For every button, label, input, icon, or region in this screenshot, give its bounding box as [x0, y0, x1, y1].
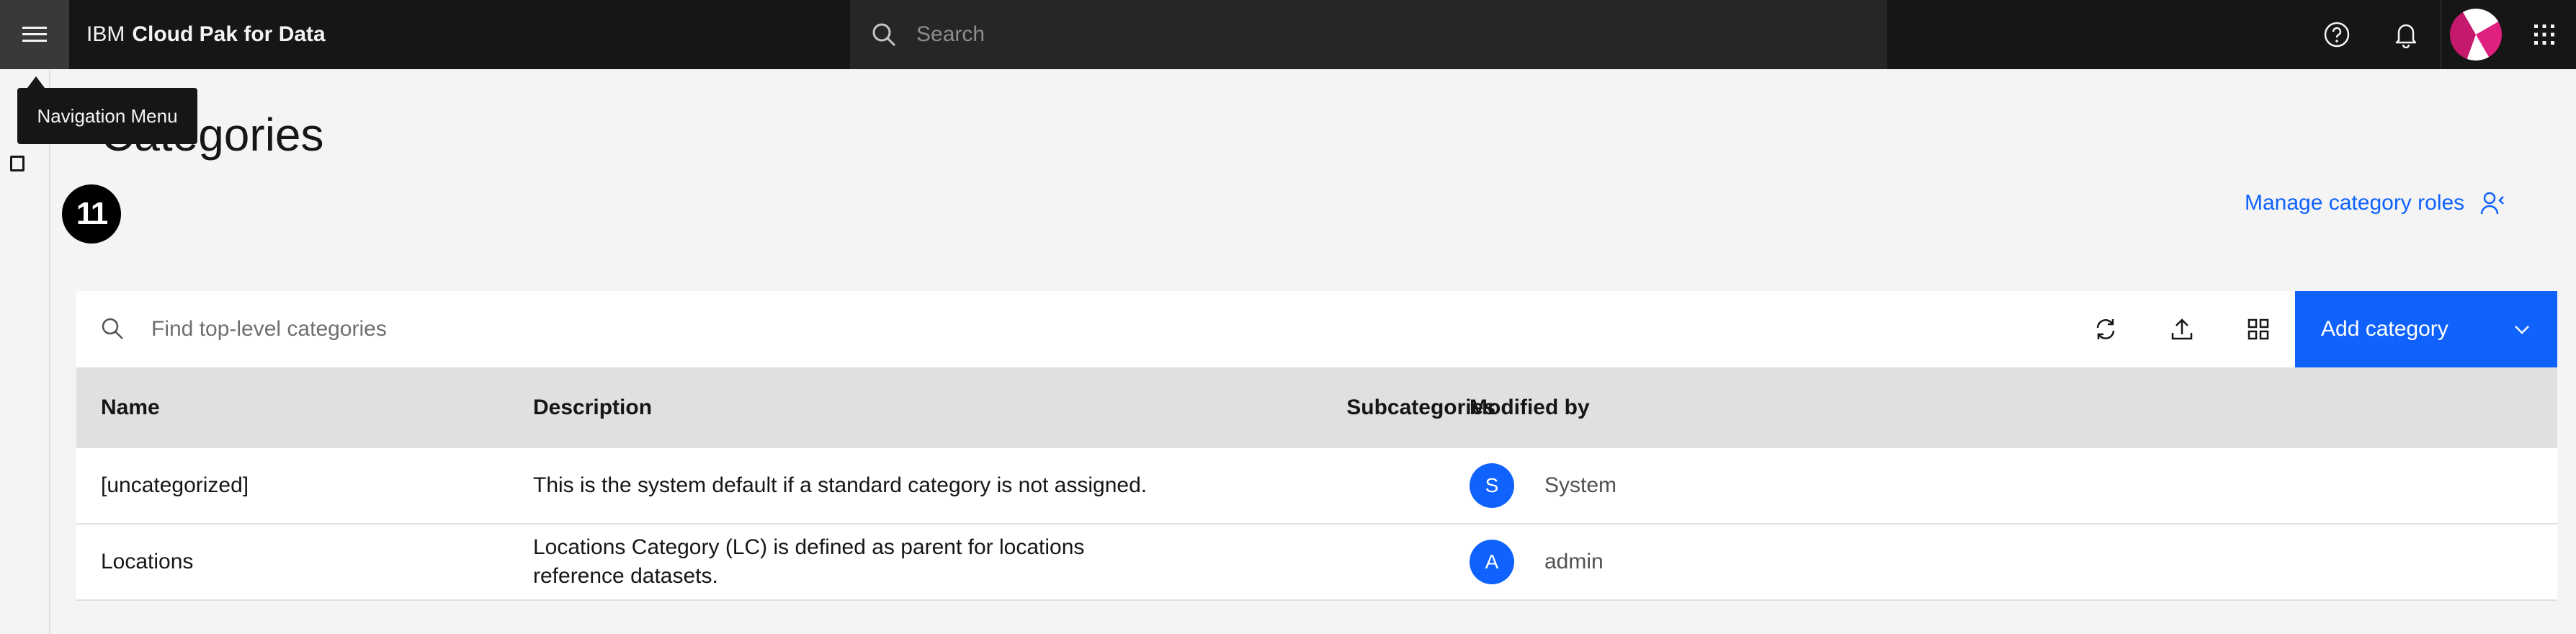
search-icon — [101, 317, 124, 340]
table-header-row: Name Description Subcategories Modified … — [76, 367, 2557, 448]
product-brand[interactable]: IBM Cloud Pak for Data — [86, 0, 326, 69]
upload-icon — [2170, 317, 2194, 341]
avatar: S — [1470, 463, 1514, 508]
tooltip-caret — [27, 76, 45, 88]
help-button[interactable] — [2302, 0, 2371, 69]
refresh-icon — [2093, 317, 2118, 341]
table-toolbar: Add category — [76, 291, 2557, 367]
manage-category-roles-link[interactable]: Manage category roles — [2245, 189, 2505, 218]
category-name-link[interactable]: Locations — [101, 524, 193, 599]
view-toggle-button[interactable] — [2220, 291, 2297, 367]
column-header-modified-by[interactable]: Modified by — [1470, 367, 1590, 448]
navigation-menu-button[interactable] — [0, 0, 69, 69]
user-profile-button[interactable] — [2441, 0, 2510, 69]
category-description: Locations Category (LC) is defined as pa… — [533, 535, 1085, 588]
category-search-input[interactable] — [151, 311, 1376, 347]
modified-by-cell: S System — [1470, 448, 1616, 523]
category-name-link[interactable]: [uncategorized] — [101, 448, 249, 523]
manage-link-label: Manage category roles — [2245, 191, 2465, 215]
column-header-subcategories[interactable]: Subcategories — [1229, 367, 1495, 448]
modified-by-cell: A admin — [1470, 524, 1604, 599]
grid-view-icon — [2248, 318, 2269, 340]
global-search-input[interactable] — [916, 22, 1781, 47]
user-roles-icon — [2480, 191, 2505, 215]
modified-by-name: System — [1544, 473, 1617, 497]
global-search[interactable] — [850, 0, 1887, 69]
add-category-label: Add category — [2321, 317, 2448, 341]
refresh-button[interactable] — [2067, 291, 2144, 367]
navigation-menu-tooltip: Navigation Menu — [17, 88, 197, 144]
category-description: This is the system default if a standard… — [533, 473, 1148, 497]
app-switcher-icon — [2533, 23, 2556, 46]
avatar: A — [1470, 540, 1514, 584]
step-badge: 11 — [62, 184, 121, 244]
import-button[interactable] — [2144, 291, 2220, 367]
column-header-name[interactable]: Name — [101, 367, 160, 448]
table-row[interactable]: Locations Locations Category (LC) is def… — [76, 524, 2557, 601]
brand-prefix: IBM — [86, 22, 125, 46]
panel-icon[interactable] — [10, 156, 24, 171]
subcategory-count: 0 — [1229, 524, 1495, 599]
column-header-description[interactable]: Description — [533, 367, 1167, 448]
app-switcher-button[interactable] — [2510, 0, 2576, 69]
add-category-button[interactable]: Add category — [2295, 291, 2557, 367]
subcategory-count: 0 — [1229, 448, 1495, 523]
table-row[interactable]: [uncategorized] This is the system defau… — [76, 448, 2557, 524]
hamburger-icon — [22, 25, 47, 44]
notifications-button[interactable] — [2371, 0, 2441, 69]
notification-icon — [2393, 21, 2419, 48]
brand-name: Cloud Pak for Data — [132, 22, 326, 46]
side-rail — [0, 69, 50, 634]
search-icon — [872, 22, 896, 47]
help-icon — [2323, 21, 2351, 48]
top-header: IBM Cloud Pak for Data — [0, 0, 2576, 69]
chevron-down-icon[interactable] — [2513, 320, 2531, 339]
avatar — [2449, 9, 2502, 61]
modified-by-name: admin — [1544, 550, 1604, 573]
categories-table: Name Description Subcategories Modified … — [76, 367, 2557, 601]
